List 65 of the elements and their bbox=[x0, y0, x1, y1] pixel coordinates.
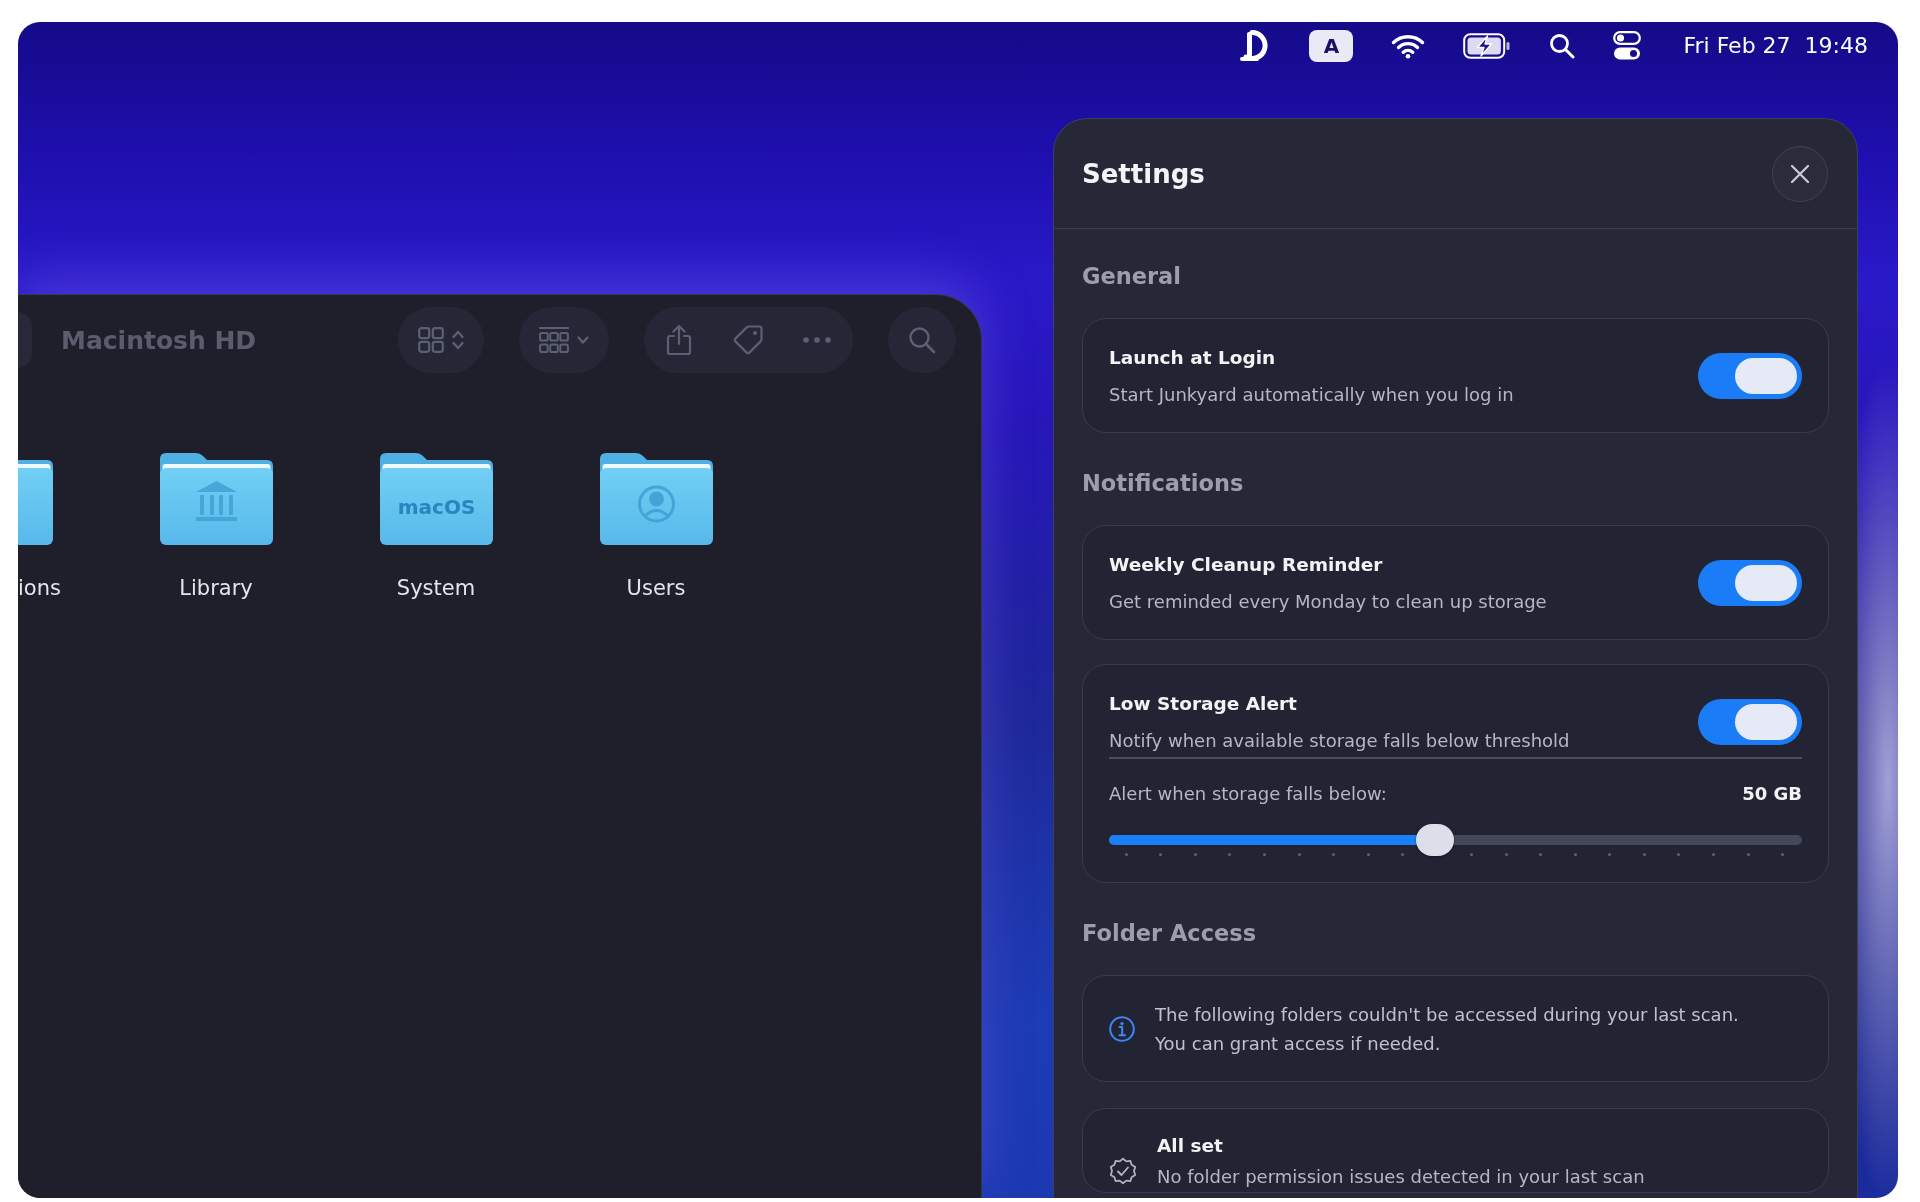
folder-name: ions bbox=[18, 575, 61, 601]
tick-mark bbox=[1228, 852, 1232, 856]
folder-icon[interactable] bbox=[159, 453, 273, 545]
more-icon bbox=[803, 337, 831, 343]
wifi-icon[interactable] bbox=[1391, 33, 1426, 59]
badge-check-icon bbox=[1109, 1156, 1137, 1185]
chevron-updown-icon bbox=[452, 330, 464, 350]
window-title: Macintosh HD bbox=[61, 325, 258, 355]
tick-mark bbox=[1504, 852, 1508, 856]
folder-name: Users bbox=[626, 575, 686, 601]
control-center-icon[interactable] bbox=[1613, 31, 1642, 61]
setting-description: Get reminded every Monday to clean up storage bbox=[1109, 591, 1547, 613]
folder-name: System bbox=[396, 575, 476, 601]
grid-view-icon bbox=[418, 327, 444, 353]
panel-title: Settings bbox=[1082, 158, 1205, 189]
tag-icon bbox=[731, 324, 764, 356]
search-icon[interactable] bbox=[1549, 33, 1576, 59]
tick-mark bbox=[1539, 852, 1543, 856]
folder-emblem-text: macOS bbox=[397, 495, 475, 519]
toggle-switch[interactable] bbox=[1698, 699, 1802, 745]
status-description: No folder permission issues detected in your last scan bbox=[1157, 1165, 1645, 1188]
tick-mark bbox=[1297, 852, 1301, 856]
section-heading: Notifications bbox=[1082, 469, 1244, 497]
tick-mark bbox=[1712, 852, 1715, 856]
tick-mark bbox=[1124, 852, 1128, 856]
setting-description: Notify when available storage falls below threshold bbox=[1109, 730, 1570, 752]
status-title: All set bbox=[1157, 1133, 1223, 1158]
share-icon bbox=[666, 324, 692, 356]
toggle-switch[interactable] bbox=[1698, 353, 1802, 399]
folder-icon[interactable] bbox=[599, 453, 713, 545]
menu-bar-date[interactable]: Fri Feb 27 bbox=[1683, 32, 1791, 60]
setting-title: Weekly Cleanup Reminder bbox=[1109, 553, 1383, 577]
tick-mark bbox=[1677, 852, 1681, 856]
tick-mark bbox=[1366, 852, 1370, 856]
info-icon bbox=[1109, 1015, 1135, 1042]
slider-label: Alert when storage falls below: bbox=[1109, 782, 1387, 805]
toggle-switch[interactable] bbox=[1698, 560, 1802, 606]
input-source-button[interactable]: A bbox=[1309, 30, 1354, 62]
folder-name: Library bbox=[179, 575, 253, 601]
tick-mark bbox=[1470, 852, 1474, 856]
tick-mark bbox=[1263, 852, 1266, 856]
tick-mark bbox=[1781, 852, 1785, 856]
setting-description: Start Junkyard automatically when you log in bbox=[1109, 384, 1514, 406]
item-grid-icon bbox=[539, 326, 569, 354]
tick-mark bbox=[1746, 852, 1750, 856]
tick-mark bbox=[1401, 852, 1405, 856]
slider-thumb[interactable] bbox=[1415, 823, 1454, 856]
tick-mark bbox=[1573, 852, 1577, 856]
setting-title: Low Storage Alert bbox=[1109, 692, 1297, 716]
tick-mark bbox=[1193, 852, 1197, 856]
setting-title: Launch at Login bbox=[1109, 346, 1276, 370]
section-heading: General bbox=[1082, 262, 1181, 290]
tick-mark bbox=[1159, 852, 1163, 856]
tick-mark bbox=[1642, 852, 1646, 856]
chevron-down-icon bbox=[577, 336, 589, 344]
info-message: The following folders couldn't be accessed during your last scan. You can grant access if needed. bbox=[1155, 1002, 1740, 1056]
slider-track[interactable] bbox=[1109, 823, 1802, 856]
tick-mark bbox=[1332, 852, 1336, 856]
battery-charging-icon[interactable] bbox=[1463, 33, 1512, 59]
search-icon bbox=[908, 326, 936, 354]
menu-bar-time[interactable]: 19:48 bbox=[1804, 32, 1868, 60]
tick-mark bbox=[1608, 852, 1612, 856]
slider-value: 50 GB bbox=[1742, 782, 1802, 805]
section-heading: Folder Access bbox=[1082, 918, 1257, 947]
close-icon bbox=[1790, 163, 1810, 184]
